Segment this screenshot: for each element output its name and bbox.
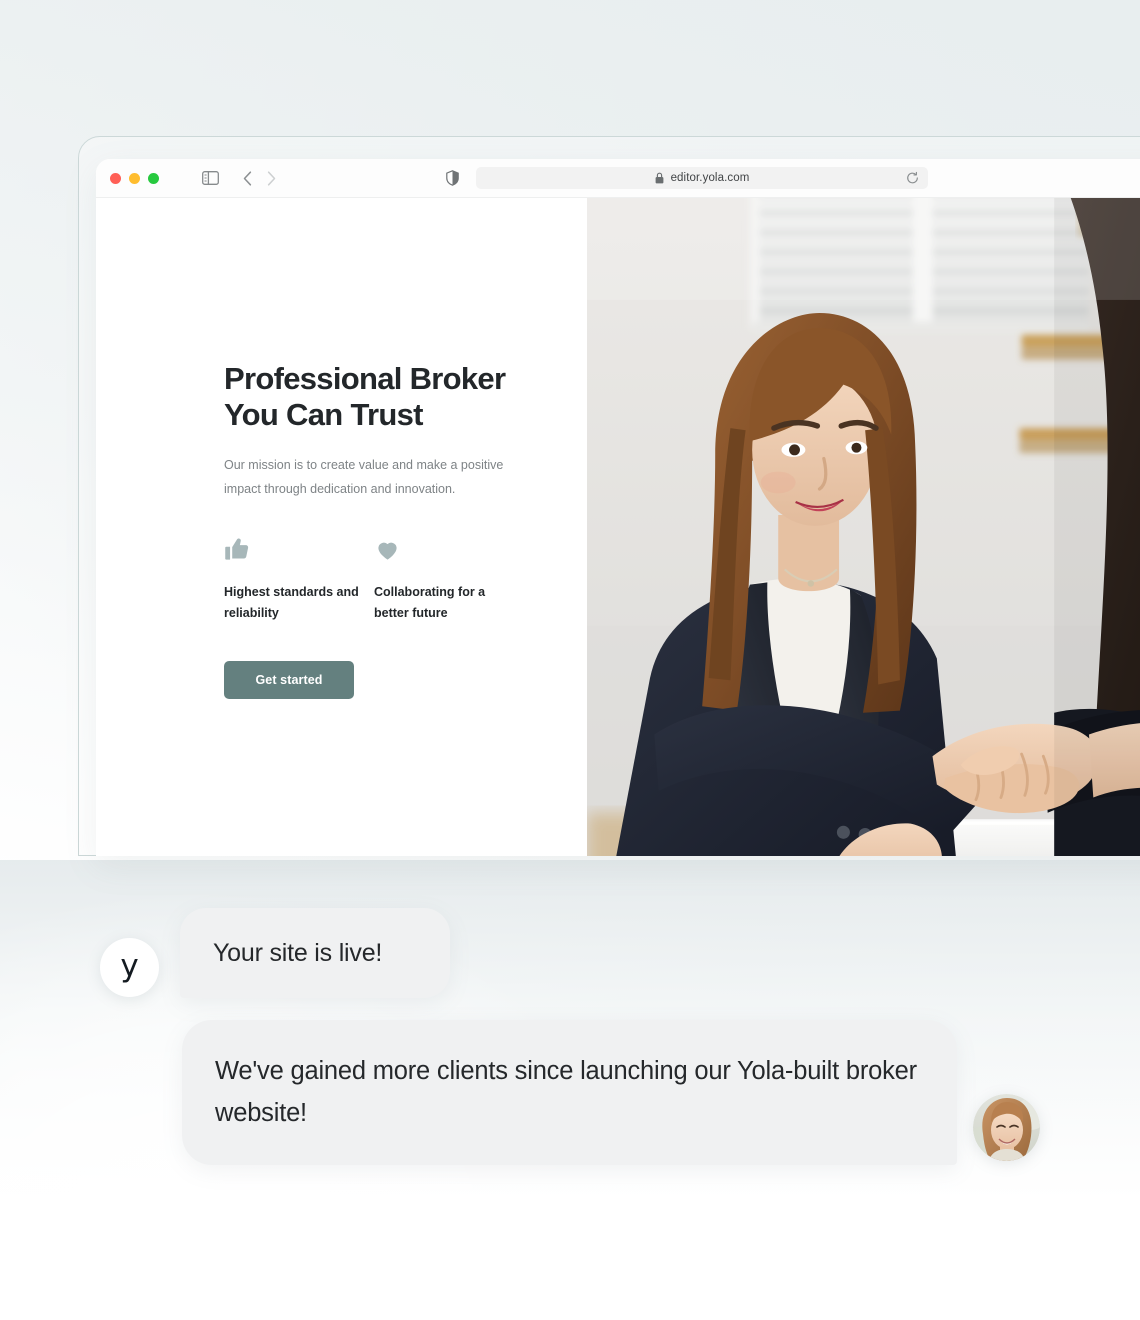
hero-image (587, 198, 1140, 856)
window-controls (110, 172, 159, 184)
hero-subtitle: Our mission is to create value and make … (224, 457, 504, 496)
url-text: editor.yola.com (670, 172, 750, 184)
page-title: Professional Broker You Can Trust (224, 361, 506, 432)
hero-copy-block: Professional Broker You Can Trust Our mi… (224, 361, 524, 700)
yola-logo-glyph: y (120, 948, 139, 984)
chat-message-text: Your site is live! (213, 938, 383, 967)
browser-toolbar: editor.yola.com (96, 159, 1140, 198)
website-viewport: Professional Broker You Can Trust Our mi… (96, 198, 1140, 856)
lock-icon (655, 172, 664, 184)
browser-window: editor.yola.com Professional Broker You … (96, 159, 1140, 856)
hero-photo-column (587, 198, 1140, 856)
feature-label: Highest standards and reliability (224, 584, 359, 621)
client-avatar-photo (973, 1094, 1040, 1161)
chevron-left-icon[interactable] (243, 170, 252, 186)
thumbs-up-icon (224, 536, 374, 566)
close-window-button[interactable] (110, 172, 121, 184)
zoom-window-button[interactable] (148, 172, 159, 184)
feature-item-standards: Highest standards and reliability (224, 536, 374, 625)
chat-message-text: We've gained more clients since launchin… (215, 1057, 917, 1128)
feature-list: Highest standards and reliability Collab… (224, 536, 524, 625)
feature-label: Collaborating for a better future (374, 584, 486, 621)
sidebar-toggle-icon[interactable] (202, 171, 219, 185)
chevron-right-icon[interactable] (267, 170, 276, 186)
feature-item-collaboration: Collaborating for a better future (374, 536, 524, 625)
url-bar-content: editor.yola.com (655, 172, 750, 184)
minimize-window-button[interactable] (129, 172, 140, 184)
chat-bubble-client: We've gained more clients since launchin… (182, 1020, 957, 1165)
chat-bubble-yola: Your site is live! (180, 908, 450, 998)
heart-icon (374, 536, 524, 566)
hero-text-column: Professional Broker You Can Trust Our mi… (96, 198, 587, 856)
avatar: y (100, 938, 159, 997)
avatar (973, 1094, 1040, 1161)
reload-icon[interactable] (906, 171, 919, 185)
shield-icon[interactable] (446, 170, 459, 186)
get-started-button[interactable]: Get started (224, 661, 354, 700)
url-bar[interactable]: editor.yola.com (476, 167, 928, 189)
